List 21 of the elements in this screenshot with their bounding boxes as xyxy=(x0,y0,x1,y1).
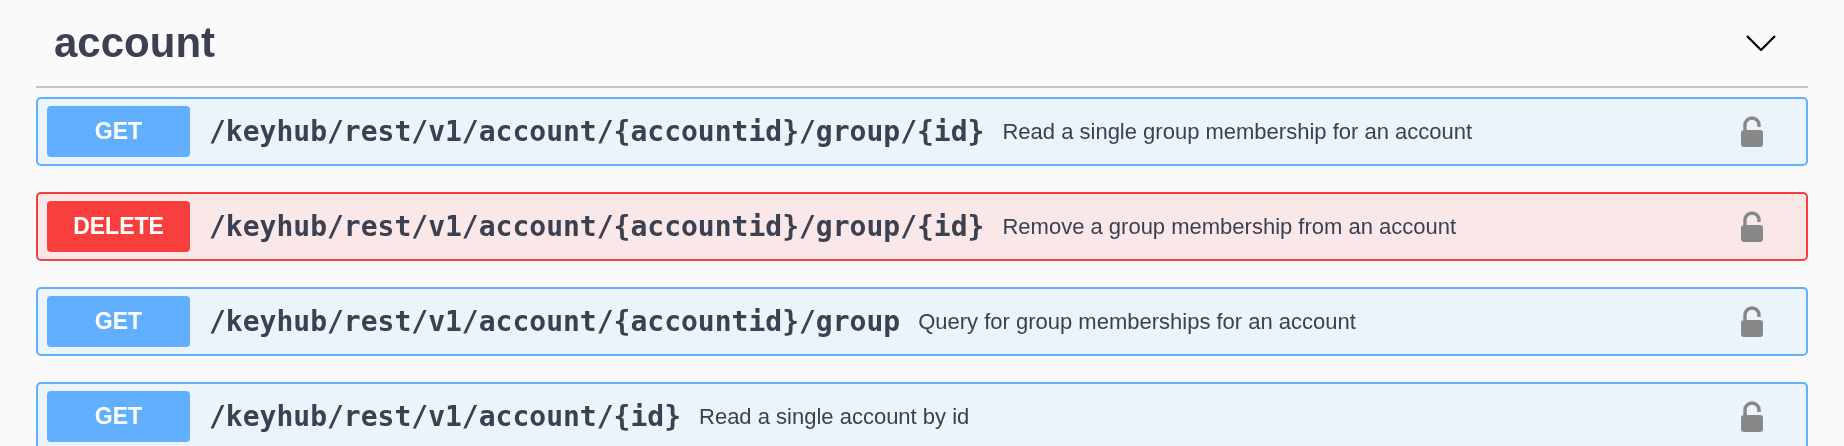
operation-row[interactable]: GET /keyhub/rest/v1/account/{accountid}/group/{id} Read a single group membership for an account xyxy=(36,97,1808,166)
unlocked-padlock-icon[interactable] xyxy=(1740,305,1764,338)
operation-row[interactable]: GET /keyhub/rest/v1/account/{id} Read a single account by id xyxy=(36,382,1808,446)
endpoint-summary: Remove a group membership from an account xyxy=(1002,213,1458,240)
chevron-icon[interactable] xyxy=(1746,35,1776,51)
endpoint-path: /keyhub/rest/v1/account/{id} xyxy=(209,400,681,433)
method-badge: GET xyxy=(47,296,190,347)
endpoint-summary: Read a single group membership for an account xyxy=(1002,118,1474,145)
operation-row[interactable]: GET /keyhub/rest/v1/account/{accountid}/group Query for group memberships for an account xyxy=(36,287,1808,356)
method-badge: GET xyxy=(47,391,190,442)
endpoint-path: /keyhub/rest/v1/account/{accountid}/group/{id} xyxy=(209,115,985,148)
method-badge: DELETE xyxy=(47,201,190,252)
endpoint-summary: Read a single account by id xyxy=(699,403,971,430)
unlocked-padlock-icon[interactable] xyxy=(1740,400,1764,433)
endpoint-path: /keyhub/rest/v1/account/{accountid}/group/{id} xyxy=(209,210,985,243)
unlocked-padlock-icon[interactable] xyxy=(1740,115,1764,148)
endpoint-path: /keyhub/rest/v1/account/{accountid}/group xyxy=(209,305,901,338)
unlocked-padlock-icon[interactable] xyxy=(1740,210,1764,243)
section-title: account xyxy=(54,19,216,67)
endpoint-summary: Query for group memberships for an account xyxy=(918,308,1357,335)
method-badge: GET xyxy=(47,106,190,157)
